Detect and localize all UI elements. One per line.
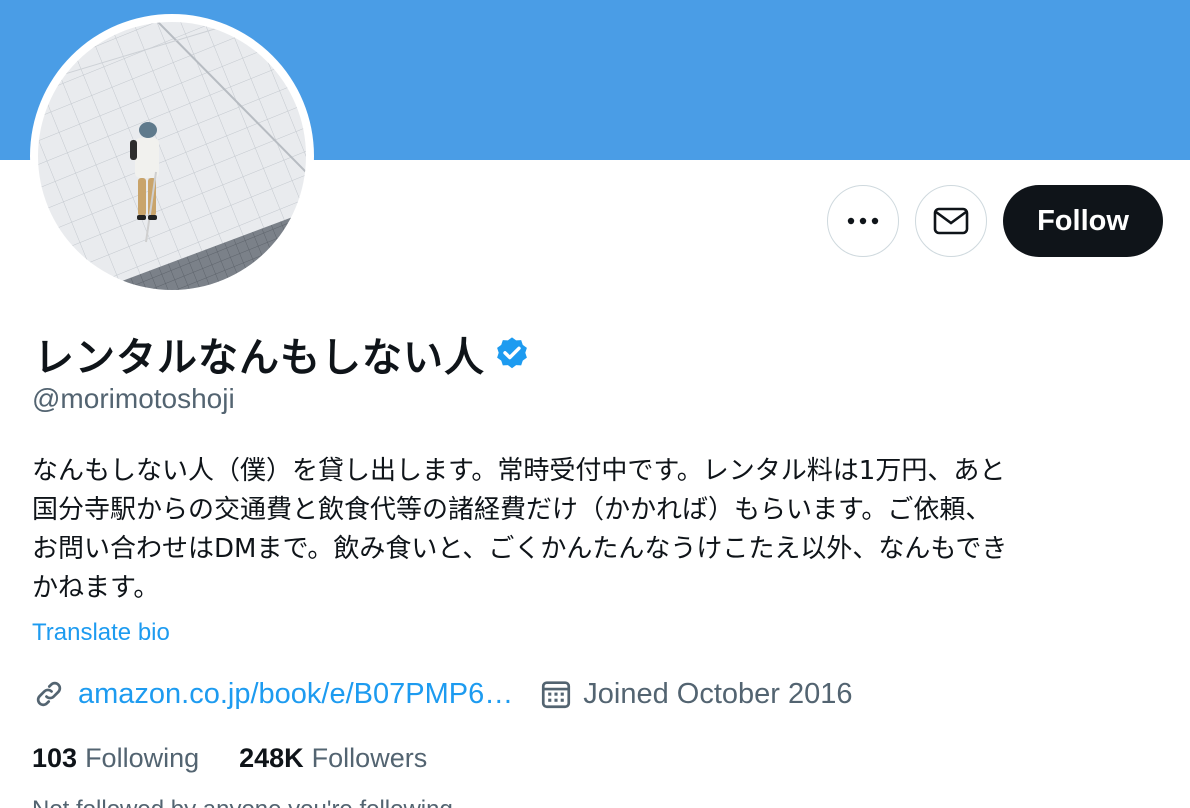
following-link[interactable]: 103 Following <box>32 743 199 774</box>
verified-badge-icon[interactable] <box>493 335 531 373</box>
followers-link[interactable]: 248K Followers <box>239 743 427 774</box>
followers-label: Followers <box>311 742 428 773</box>
more-icon <box>847 217 879 225</box>
profile-url-link[interactable]: amazon.co.jp/book/e/B07PMP6… <box>78 678 513 711</box>
translate-bio-link[interactable]: Translate bio <box>32 619 170 647</box>
message-button[interactable] <box>915 185 987 257</box>
avatar <box>38 22 306 290</box>
follow-button[interactable]: Follow <box>1003 185 1163 257</box>
following-count: 103 <box>32 742 78 773</box>
avatar-frame[interactable] <box>30 14 314 298</box>
profile-handle: @morimotoshoji <box>32 383 235 414</box>
profile-name-row: レンタルなんもしない人 <box>34 328 531 381</box>
followers-count: 248K <box>239 742 304 773</box>
profile-bio: なんもしない人（僕）を貸し出します。常時受付中です。レンタル料は1万円、あと 国… <box>32 456 1008 603</box>
envelope-icon <box>933 207 969 235</box>
joined-date: Joined October 2016 <box>539 677 853 711</box>
profile-meta: amazon.co.jp/book/e/B07PMP6… Joined Octo… <box>32 674 853 714</box>
joined-text: Joined October 2016 <box>583 677 853 710</box>
calendar-icon <box>542 681 571 709</box>
display-name: レンタルなんもしない人 <box>34 335 485 381</box>
more-button[interactable] <box>827 185 899 257</box>
link-icon <box>36 681 62 707</box>
following-label: Following <box>85 742 200 773</box>
followed-by-note: Not followed by anyone you're following <box>32 796 453 808</box>
follow-stats: 103 Following 248K Followers <box>32 740 427 776</box>
